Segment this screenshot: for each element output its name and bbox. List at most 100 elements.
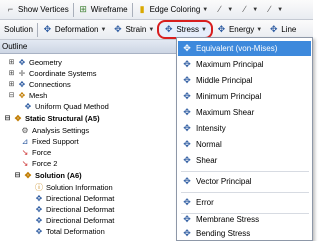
vertices-icon: ⌐ (7, 4, 14, 14)
menu-item-middle-principal[interactable]: ✥ Middle Principal (178, 73, 311, 88)
energy-label: Energy (228, 25, 255, 34)
expand-icon[interactable]: ⊞ (8, 79, 15, 90)
tree-node-static-structural[interactable]: ⊟ ✥ Static Structural (A5) (4, 113, 100, 124)
menu-item-minimum-principal[interactable]: ✥ Minimum Principal (178, 89, 311, 104)
linearized-button[interactable]: ✥ Line (265, 21, 299, 39)
menu-item-error[interactable]: ✥ Error (178, 195, 311, 210)
tree-node-label: Connections (29, 80, 71, 89)
analysis-settings-icon: ⚙ (21, 126, 29, 135)
collapse-icon[interactable]: ⊟ (8, 90, 15, 101)
stress-result-icon: ✥ (183, 123, 191, 133)
chevron-down-icon: ▼ (256, 26, 263, 33)
tree-node-solution-information[interactable]: ⓘ Solution Information (34, 182, 113, 193)
menu-item-maximum-principal[interactable]: ✥ Maximum Principal (178, 57, 311, 72)
menu-item-intensity[interactable]: ✥ Intensity (178, 121, 311, 136)
edge-style-button-1[interactable]: ∕ ▼ (211, 1, 236, 19)
tree-node-label: Directional Deformat (46, 205, 115, 214)
tree-node-label: Uniform Quad Method (35, 102, 109, 111)
tree-node-directional-deformation-2[interactable]: ✥ Directional Deformat (34, 204, 115, 215)
chevron-down-icon: ▼ (252, 6, 259, 13)
menu-item-equivalent-von-mises[interactable]: ✥ Equivalent (von-Mises) (178, 41, 311, 56)
tree-node-label: Directional Deformat (46, 194, 115, 203)
menu-item-membrane-stress[interactable]: ✥ Membrane Stress (178, 212, 311, 227)
edge-coloring-icon: ▮ (139, 4, 145, 14)
stress-result-icon: ✥ (183, 75, 191, 85)
stress-result-icon: ✥ (183, 197, 191, 207)
deformation-label: Deformation (54, 25, 99, 34)
deformation-icon: ✥ (43, 24, 52, 34)
tree-node-mesh[interactable]: ⊟ ✥ Mesh (8, 90, 48, 101)
menu-item-label: Bending Stress (196, 229, 251, 238)
edge-style-button-3[interactable]: ∕ ▼ (261, 1, 286, 19)
stress-icon: ✥ (165, 24, 173, 34)
tree-node-fixed-support[interactable]: ⊿ Fixed Support (20, 136, 79, 147)
chevron-down-icon: ▼ (277, 6, 284, 13)
edge-coloring-button[interactable]: ▮ Edge Coloring ▼ (134, 1, 212, 19)
edge-style-icon: ∕ (268, 4, 271, 14)
edge-style-icon: ∕ (243, 4, 246, 14)
menu-item-normal[interactable]: ✥ Normal (178, 137, 311, 152)
chevron-down-icon: ▼ (202, 6, 209, 13)
tree-node-analysis-settings[interactable]: ⚙ Analysis Settings (20, 125, 89, 136)
tree-node-label: Solution (A6) (35, 171, 82, 180)
menu-item-shear[interactable]: ✥ Shear (178, 153, 311, 168)
stress-label: Stress (176, 25, 199, 34)
menu-item-label: Minimum Principal (196, 92, 262, 101)
tree-node-total-deformation[interactable]: ✥ Total Deformation (34, 226, 105, 237)
menu-item-label: Intensity (196, 124, 226, 133)
expand-icon[interactable]: ⊞ (8, 68, 15, 79)
tree-node-directional-deformation-3[interactable]: ✥ Directional Deformat (34, 215, 115, 226)
tree-node-coordinate-systems[interactable]: ⊞ ✛ Coordinate Systems (8, 68, 97, 79)
menu-item-label: Middle Principal (196, 76, 253, 85)
outline-tree: ⊞ ✥ Geometry ⊞ ✛ Coordinate Systems ⊞ ✥ … (0, 55, 185, 241)
menu-item-bending-stress[interactable]: ✥ Bending Stress (178, 226, 311, 241)
strain-button[interactable]: ✥ Strain ▼ (109, 21, 157, 39)
menu-item-label: Membrane Stress (196, 215, 260, 224)
deformation-result-icon: ✥ (35, 216, 43, 225)
stress-result-icon: ✥ (183, 139, 191, 149)
toolbar-separator (72, 2, 74, 17)
tree-node-geometry[interactable]: ⊞ ✥ Geometry (8, 57, 62, 68)
tree-node-label: Force (32, 148, 52, 157)
collapse-icon[interactable]: ⊟ (4, 113, 11, 124)
tree-node-label: Mesh (29, 91, 48, 100)
linearized-icon: ✥ (269, 24, 278, 34)
menu-item-label: Equivalent (von-Mises) (196, 44, 278, 53)
linearized-label: Line (281, 25, 297, 34)
edge-style-icon: ∕ (218, 4, 221, 14)
tree-node-label: Analysis Settings (32, 126, 90, 135)
wireframe-button[interactable]: ⊞ Wireframe (75, 1, 131, 19)
energy-icon: ✥ (217, 24, 226, 34)
stress-result-icon: ✥ (183, 228, 191, 238)
deformation-button[interactable]: ✥ Deformation ▼ (39, 21, 110, 39)
mesh-method-icon: ✥ (24, 102, 32, 111)
static-structural-icon: ✥ (14, 114, 22, 123)
menu-item-maximum-shear[interactable]: ✥ Maximum Shear (178, 105, 311, 120)
fixed-support-icon: ⊿ (21, 137, 29, 146)
menu-item-label: Vector Principal (196, 177, 252, 186)
mesh-icon: ✥ (18, 91, 26, 100)
tree-node-connections[interactable]: ⊞ ✥ Connections (8, 79, 71, 90)
tree-node-solution[interactable]: ⊟ ✥ Solution (A6) (14, 170, 82, 181)
tree-node-force[interactable]: ↘ Force (20, 147, 52, 158)
tree-node-label: Force 2 (32, 159, 58, 168)
tree-node-label: Directional Deformat (46, 216, 115, 225)
solution-label-item: Solution (1, 21, 36, 39)
tree-node-uniform-quad-method[interactable]: ✥ Uniform Quad Method (23, 101, 109, 112)
tree-node-label: Total Deformation (46, 227, 105, 236)
menu-separator (181, 171, 309, 172)
show-vertices-button[interactable]: ⌐ Show Vertices (2, 1, 72, 19)
menu-item-vector-principal[interactable]: ✥ Vector Principal (178, 174, 311, 189)
tree-node-directional-deformation-1[interactable]: ✥ Directional Deformat (34, 193, 115, 204)
energy-button[interactable]: ✥ Energy ▼ (213, 21, 265, 39)
expand-icon[interactable]: ⊞ (8, 57, 15, 68)
stress-dropdown-menu: ✥ Equivalent (von-Mises) ✥ Maximum Princ… (176, 37, 313, 241)
collapse-icon[interactable]: ⊟ (14, 170, 21, 181)
tree-node-label: Static Structural (A5) (25, 114, 100, 123)
wireframe-label: Wireframe (90, 5, 128, 14)
outline-title: Outline (2, 42, 28, 51)
strain-icon: ✥ (114, 24, 122, 34)
tree-node-force-2[interactable]: ↘ Force 2 (20, 158, 58, 169)
edge-style-button-2[interactable]: ∕ ▼ (236, 1, 261, 19)
tree-node-label: Geometry (29, 58, 62, 67)
